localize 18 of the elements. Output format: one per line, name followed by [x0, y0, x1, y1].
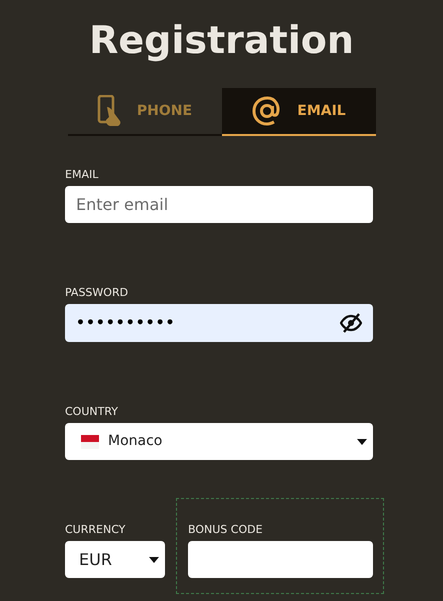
- tab[interactable]: EMAIL: [222, 88, 376, 136]
- eye-slash-icon[interactable]: [340, 313, 362, 333]
- password-field[interactable]: ••••••••••: [65, 304, 373, 342]
- flag-icon: [81, 434, 99, 448]
- field-label: EMAIL: [65, 167, 98, 183]
- field-label: PASSWORD: [65, 285, 128, 301]
- country-select[interactable]: Monaco: [65, 423, 373, 460]
- field-label: BONUS CODE: [188, 522, 263, 538]
- tab[interactable]: PHONE: [68, 88, 222, 136]
- caret-icon: [357, 438, 367, 444]
- field-label: COUNTRY: [65, 404, 118, 420]
- currency-select[interactable]: EUR: [65, 541, 165, 578]
- hand-phone-icon: [96, 95, 123, 127]
- input-field[interactable]: [188, 541, 373, 578]
- input-field[interactable]: Enter email: [65, 186, 373, 223]
- field-label: CURRENCY: [65, 522, 126, 538]
- caret-icon: [149, 556, 159, 562]
- page-title: Registration: [89, 18, 354, 62]
